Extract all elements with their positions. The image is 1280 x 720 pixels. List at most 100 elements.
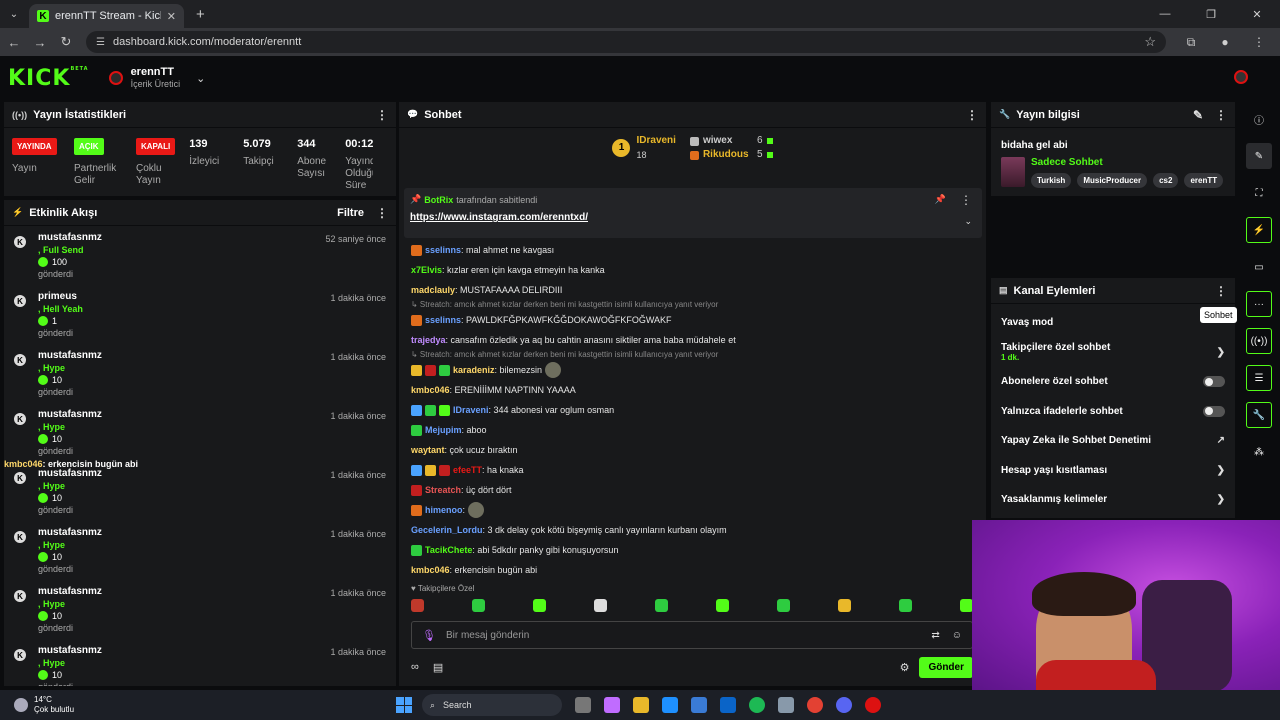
emoji-icon[interactable]: ☺ <box>952 630 962 641</box>
chrome-icon[interactable] <box>807 697 823 713</box>
pinned-link[interactable]: https://www.instagram.com/erenntxd/ <box>410 212 976 223</box>
bookmark-star-icon[interactable]: ☆ <box>1144 34 1156 50</box>
tag-chip[interactable]: cs2 <box>1153 173 1179 188</box>
chat-username[interactable]: x7Elvis <box>411 260 442 280</box>
edit-pencil-icon[interactable]: ✎ <box>1193 108 1203 122</box>
channel-actions-menu-icon[interactable]: ⋮ <box>1215 284 1227 298</box>
taskbar-search[interactable]: ⌕ Search <box>422 694 562 716</box>
tab-search-icon[interactable]: ⌄ <box>3 3 25 25</box>
channel-action-row[interactable]: Yapay Zeka ile Sohbet Denetimi ↗ <box>991 426 1235 456</box>
chat-message-input[interactable] <box>445 629 920 641</box>
chat-message[interactable]: sselinns: PAWLDKFĞPKAWFKĞĞDOKAWOĞFKFOĞWA… <box>411 310 981 330</box>
steam-icon[interactable] <box>778 697 794 713</box>
reload-icon[interactable]: ↻ <box>54 34 78 50</box>
activity-user[interactable]: mustafasnmz <box>38 527 102 539</box>
edge-icon[interactable] <box>662 697 678 713</box>
external-link-icon[interactable]: ↗ <box>1217 435 1225 446</box>
category-thumbnail[interactable] <box>1001 157 1025 187</box>
chat-username[interactable]: sselinns <box>425 240 461 260</box>
channel-action-row[interactable]: Hesap yaşı kısıtlaması ❯ <box>991 456 1235 486</box>
tab-close-icon[interactable]: ✕ <box>167 10 176 23</box>
chat-username[interactable]: sselinns <box>425 310 461 330</box>
category-name[interactable]: Sadece Sohbet <box>1031 157 1229 168</box>
emote-icon[interactable] <box>411 599 424 612</box>
activity-user[interactable]: mustafasnmz <box>38 350 102 362</box>
chat-username[interactable]: karadeniz <box>453 360 495 380</box>
toggle-switch[interactable] <box>1203 405 1225 417</box>
channel-action-row[interactable]: Takipçilere özel sohbet 1 dk. ❯ <box>991 338 1235 368</box>
browser-menu-icon[interactable]: ⋮ <box>1242 35 1276 49</box>
lightning-icon[interactable]: ⚡ <box>1246 217 1272 243</box>
app-icon[interactable] <box>865 697 881 713</box>
close-window-icon[interactable]: ✕ <box>1234 8 1280 21</box>
notes-icon[interactable]: ▭ <box>1246 254 1272 280</box>
chat-message[interactable]: madclauly: MUSTAFAAAA DELIRDIII <box>411 280 981 300</box>
chat-message[interactable]: himenoo: <box>411 500 981 520</box>
chat-username[interactable]: waytant <box>411 440 445 460</box>
browser-tab[interactable]: K erennTT Stream - Kick Dashboard ✕ <box>29 4 184 28</box>
user-avatar[interactable] <box>1234 70 1248 84</box>
toggle-switch[interactable] <box>1203 376 1225 388</box>
chat-bubble-icon[interactable]: ··· <box>1246 291 1272 317</box>
kick-tokens-icon[interactable]: ∞ <box>411 661 419 673</box>
chat-message[interactable]: efeeTT: ha knaka <box>411 460 981 480</box>
activity-user[interactable]: primeus <box>38 291 83 303</box>
stats-menu-icon[interactable]: ⋮ <box>376 108 388 122</box>
site-info-icon[interactable]: ☰ <box>96 37 105 48</box>
info-icon[interactable]: ⓘ <box>1246 106 1272 132</box>
queue-icon[interactable]: ☰ <box>1246 365 1272 391</box>
more-apps-icon[interactable]: ⁂ <box>1246 439 1272 465</box>
emote-icon[interactable] <box>472 599 485 612</box>
chat-username[interactable]: kmbc046 <box>411 380 450 400</box>
tag-chip[interactable]: Turkish <box>1031 173 1072 188</box>
tag-chip[interactable]: erenTT <box>1184 173 1224 188</box>
weather-widget[interactable]: 14°C Çok bulutlu <box>14 695 74 715</box>
back-icon[interactable]: ← <box>2 35 26 50</box>
chevron-down-icon[interactable]: ⌄ <box>964 216 972 227</box>
activity-menu-icon[interactable]: ⋮ <box>376 206 388 220</box>
emote-icon[interactable] <box>533 599 546 612</box>
chat-username[interactable]: Streatch <box>425 480 461 500</box>
chat-username[interactable]: madclauly <box>411 280 455 300</box>
activity-user[interactable]: mustafasnmz <box>38 468 102 480</box>
discord-icon[interactable] <box>836 697 852 713</box>
restore-icon[interactable]: ❐ <box>1188 8 1234 21</box>
chevron-right-icon[interactable]: ❯ <box>1217 347 1225 358</box>
settings-gear-icon[interactable]: ⚙ <box>900 661 910 674</box>
chat-menu-icon[interactable]: ⋮ <box>966 108 978 122</box>
chat-message[interactable]: Streatch: üç dört dört <box>411 480 981 500</box>
chat-username[interactable]: IDraveni <box>453 400 489 420</box>
chat-username[interactable]: himenoo <box>425 500 463 520</box>
chevron-right-icon[interactable]: ❯ <box>1217 494 1225 505</box>
url-field[interactable]: ☰ dashboard.kick.com/moderator/erenntt ☆ <box>86 31 1166 53</box>
kick-logo[interactable]: KICKBETA <box>8 66 89 91</box>
minimize-icon[interactable]: — <box>1142 8 1188 20</box>
profile-icon[interactable]: ● <box>1208 35 1242 49</box>
pinned-menu-icon[interactable]: ⋮ <box>960 193 972 207</box>
windows-start-icon[interactable] <box>396 697 412 713</box>
filter-button[interactable]: Filtre <box>337 207 364 219</box>
chat-message[interactable]: x7Elvis: kızlar eren için kavga etmeyin … <box>411 260 981 280</box>
chat-message[interactable]: TacikChete: abi 5dkdır panky gibi konuşu… <box>411 540 981 560</box>
emote-icon[interactable] <box>899 599 912 612</box>
emote-icon[interactable] <box>838 599 851 612</box>
emote-icon[interactable] <box>777 599 790 612</box>
emote-icon[interactable] <box>655 599 668 612</box>
task-view-icon[interactable] <box>575 697 591 713</box>
unpin-icon[interactable]: 📌 <box>935 194 946 205</box>
chat-message[interactable]: trajedya: cansafım özledik ya aq bu caht… <box>411 330 981 350</box>
broadcast-icon[interactable]: ((•)) <box>1246 328 1272 354</box>
chat-username[interactable]: TacikChete <box>425 540 472 560</box>
chat-username[interactable]: kmbc046 <box>411 560 450 580</box>
tag-chip[interactable]: MusicProducer <box>1077 173 1148 188</box>
file-explorer-icon[interactable] <box>633 697 649 713</box>
chevron-down-icon[interactable]: ⌄ <box>196 72 205 85</box>
chat-username[interactable]: trajedya <box>411 330 446 350</box>
store-icon[interactable]: ▤ <box>433 661 443 674</box>
chat-message[interactable]: sselinns: mal ahmet ne kavgası <box>411 240 981 260</box>
chat-message[interactable]: Gecelerin_Lordu: 3 dk delay çok kötü biş… <box>411 520 981 540</box>
wrench-icon[interactable]: 🔧 <box>1246 402 1272 428</box>
emote-icon[interactable] <box>716 599 729 612</box>
chat-message[interactable]: kmbc046: erkencisin bugün abi <box>411 560 981 580</box>
store-app-icon[interactable] <box>691 697 707 713</box>
